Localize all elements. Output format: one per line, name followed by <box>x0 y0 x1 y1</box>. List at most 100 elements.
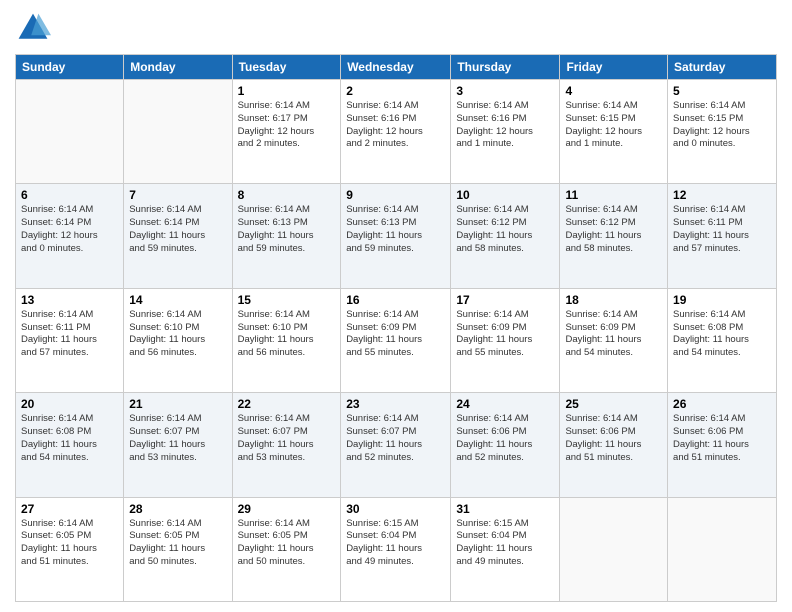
calendar-cell: 4 Sunrise: 6:14 AM Sunset: 6:15 PM Daylig… <box>560 80 668 184</box>
calendar-cell <box>16 80 124 184</box>
calendar-cell: 18 Sunrise: 6:14 AM Sunset: 6:09 PM Dayli… <box>560 288 668 392</box>
calendar-cell: 10 Sunrise: 6:14 AM Sunset: 6:12 PM Dayli… <box>451 184 560 288</box>
day-number: 3 <box>456 84 554 98</box>
day-info: Sunrise: 6:14 AM Sunset: 6:14 PM Dayligh… <box>129 204 226 255</box>
day-number: 11 <box>565 188 662 202</box>
calendar-cell: 15 Sunrise: 6:14 AM Sunset: 6:10 PM Dayli… <box>232 288 341 392</box>
day-info: Sunrise: 6:14 AM Sunset: 6:06 PM Dayligh… <box>565 413 662 464</box>
day-number: 1 <box>238 84 336 98</box>
calendar-cell: 28 Sunrise: 6:14 AM Sunset: 6:05 PM Dayli… <box>124 497 232 601</box>
calendar-cell: 19 Sunrise: 6:14 AM Sunset: 6:08 PM Dayli… <box>668 288 777 392</box>
day-number: 10 <box>456 188 554 202</box>
calendar-cell: 20 Sunrise: 6:14 AM Sunset: 6:08 PM Dayli… <box>16 393 124 497</box>
calendar-table: SundayMondayTuesdayWednesdayThursdayFrid… <box>15 54 777 602</box>
day-number: 9 <box>346 188 445 202</box>
day-info: Sunrise: 6:14 AM Sunset: 6:13 PM Dayligh… <box>238 204 336 255</box>
day-number: 5 <box>673 84 771 98</box>
calendar-cell: 1 Sunrise: 6:14 AM Sunset: 6:17 PM Daylig… <box>232 80 341 184</box>
day-info: Sunrise: 6:14 AM Sunset: 6:09 PM Dayligh… <box>456 309 554 360</box>
day-number: 12 <box>673 188 771 202</box>
day-number: 13 <box>21 293 118 307</box>
calendar-cell: 31Sunrise: 6:15 AM Sunset: 6:04 PM Dayli… <box>451 497 560 601</box>
day-number: 4 <box>565 84 662 98</box>
day-info: Sunrise: 6:14 AM Sunset: 6:12 PM Dayligh… <box>456 204 554 255</box>
calendar-cell: 22Sunrise: 6:14 AM Sunset: 6:07 PM Dayli… <box>232 393 341 497</box>
calendar-cell: 16 Sunrise: 6:14 AM Sunset: 6:09 PM Dayli… <box>341 288 451 392</box>
calendar-cell: 30 Sunrise: 6:15 AM Sunset: 6:04 PM Dayli… <box>341 497 451 601</box>
calendar-cell: 27Sunrise: 6:14 AM Sunset: 6:05 PM Dayli… <box>16 497 124 601</box>
day-info: Sunrise: 6:14 AM Sunset: 6:10 PM Dayligh… <box>238 309 336 360</box>
day-number: 29 <box>238 502 336 516</box>
calendar-cell: 21Sunrise: 6:14 AM Sunset: 6:07 PM Dayli… <box>124 393 232 497</box>
calendar-week-row: 27Sunrise: 6:14 AM Sunset: 6:05 PM Dayli… <box>16 497 777 601</box>
day-info: Sunrise: 6:14 AM Sunset: 6:06 PM Dayligh… <box>456 413 554 464</box>
day-number: 20 <box>21 397 118 411</box>
day-number: 28 <box>129 502 226 516</box>
day-info: Sunrise: 6:14 AM Sunset: 6:16 PM Dayligh… <box>456 100 554 151</box>
day-number: 17 <box>456 293 554 307</box>
day-number: 25 <box>565 397 662 411</box>
calendar-cell: 11 Sunrise: 6:14 AM Sunset: 6:12 PM Dayli… <box>560 184 668 288</box>
day-header-monday: Monday <box>124 55 232 80</box>
day-number: 18 <box>565 293 662 307</box>
page: SundayMondayTuesdayWednesdayThursdayFrid… <box>0 0 792 612</box>
day-info: Sunrise: 6:14 AM Sunset: 6:09 PM Dayligh… <box>565 309 662 360</box>
day-number: 7 <box>129 188 226 202</box>
day-header-thursday: Thursday <box>451 55 560 80</box>
logo <box>15 10 55 46</box>
calendar-cell: 8 Sunrise: 6:14 AM Sunset: 6:13 PM Daylig… <box>232 184 341 288</box>
day-number: 15 <box>238 293 336 307</box>
calendar-cell: 23 Sunrise: 6:14 AM Sunset: 6:07 PM Dayli… <box>341 393 451 497</box>
day-info: Sunrise: 6:14 AM Sunset: 6:08 PM Dayligh… <box>673 309 771 360</box>
day-number: 31 <box>456 502 554 516</box>
day-info: Sunrise: 6:14 AM Sunset: 6:10 PM Dayligh… <box>129 309 226 360</box>
calendar-cell: 2 Sunrise: 6:14 AM Sunset: 6:16 PM Daylig… <box>341 80 451 184</box>
day-number: 23 <box>346 397 445 411</box>
day-info: Sunrise: 6:14 AM Sunset: 6:17 PM Dayligh… <box>238 100 336 151</box>
calendar-cell: 5 Sunrise: 6:14 AM Sunset: 6:15 PM Daylig… <box>668 80 777 184</box>
calendar-week-row: 20 Sunrise: 6:14 AM Sunset: 6:08 PM Dayli… <box>16 393 777 497</box>
calendar-cell: 7 Sunrise: 6:14 AM Sunset: 6:14 PM Daylig… <box>124 184 232 288</box>
day-info: Sunrise: 6:14 AM Sunset: 6:07 PM Dayligh… <box>346 413 445 464</box>
calendar-cell: 3 Sunrise: 6:14 AM Sunset: 6:16 PM Daylig… <box>451 80 560 184</box>
day-info: Sunrise: 6:14 AM Sunset: 6:11 PM Dayligh… <box>673 204 771 255</box>
day-number: 19 <box>673 293 771 307</box>
day-info: Sunrise: 6:14 AM Sunset: 6:05 PM Dayligh… <box>238 518 336 569</box>
day-number: 26 <box>673 397 771 411</box>
day-info: Sunrise: 6:14 AM Sunset: 6:16 PM Dayligh… <box>346 100 445 151</box>
day-info: Sunrise: 6:14 AM Sunset: 6:05 PM Dayligh… <box>21 518 118 569</box>
calendar-cell <box>124 80 232 184</box>
calendar-cell: 13 Sunrise: 6:14 AM Sunset: 6:11 PM Dayli… <box>16 288 124 392</box>
calendar-cell: 24 Sunrise: 6:14 AM Sunset: 6:06 PM Dayli… <box>451 393 560 497</box>
day-number: 16 <box>346 293 445 307</box>
calendar-week-row: 6Sunrise: 6:14 AM Sunset: 6:14 PM Daylig… <box>16 184 777 288</box>
day-number: 24 <box>456 397 554 411</box>
calendar-week-row: 1 Sunrise: 6:14 AM Sunset: 6:17 PM Daylig… <box>16 80 777 184</box>
day-number: 2 <box>346 84 445 98</box>
calendar-cell: 17 Sunrise: 6:14 AM Sunset: 6:09 PM Dayli… <box>451 288 560 392</box>
calendar-cell: 29 Sunrise: 6:14 AM Sunset: 6:05 PM Dayli… <box>232 497 341 601</box>
day-header-tuesday: Tuesday <box>232 55 341 80</box>
day-info: Sunrise: 6:14 AM Sunset: 6:08 PM Dayligh… <box>21 413 118 464</box>
day-number: 8 <box>238 188 336 202</box>
day-info: Sunrise: 6:14 AM Sunset: 6:05 PM Dayligh… <box>129 518 226 569</box>
calendar-header-row: SundayMondayTuesdayWednesdayThursdayFrid… <box>16 55 777 80</box>
day-info: Sunrise: 6:14 AM Sunset: 6:11 PM Dayligh… <box>21 309 118 360</box>
day-info: Sunrise: 6:14 AM Sunset: 6:07 PM Dayligh… <box>129 413 226 464</box>
day-info: Sunrise: 6:14 AM Sunset: 6:15 PM Dayligh… <box>565 100 662 151</box>
day-number: 30 <box>346 502 445 516</box>
day-info: Sunrise: 6:14 AM Sunset: 6:15 PM Dayligh… <box>673 100 771 151</box>
day-info: Sunrise: 6:14 AM Sunset: 6:09 PM Dayligh… <box>346 309 445 360</box>
calendar-cell <box>668 497 777 601</box>
header <box>15 10 777 46</box>
day-info: Sunrise: 6:14 AM Sunset: 6:07 PM Dayligh… <box>238 413 336 464</box>
calendar-cell: 25 Sunrise: 6:14 AM Sunset: 6:06 PM Dayli… <box>560 393 668 497</box>
calendar-cell: 9Sunrise: 6:14 AM Sunset: 6:13 PM Daylig… <box>341 184 451 288</box>
logo-icon <box>15 10 51 46</box>
day-header-friday: Friday <box>560 55 668 80</box>
calendar-cell: 6Sunrise: 6:14 AM Sunset: 6:14 PM Daylig… <box>16 184 124 288</box>
day-info: Sunrise: 6:15 AM Sunset: 6:04 PM Dayligh… <box>346 518 445 569</box>
calendar-cell: 14 Sunrise: 6:14 AM Sunset: 6:10 PM Dayli… <box>124 288 232 392</box>
day-number: 14 <box>129 293 226 307</box>
day-info: Sunrise: 6:14 AM Sunset: 6:12 PM Dayligh… <box>565 204 662 255</box>
